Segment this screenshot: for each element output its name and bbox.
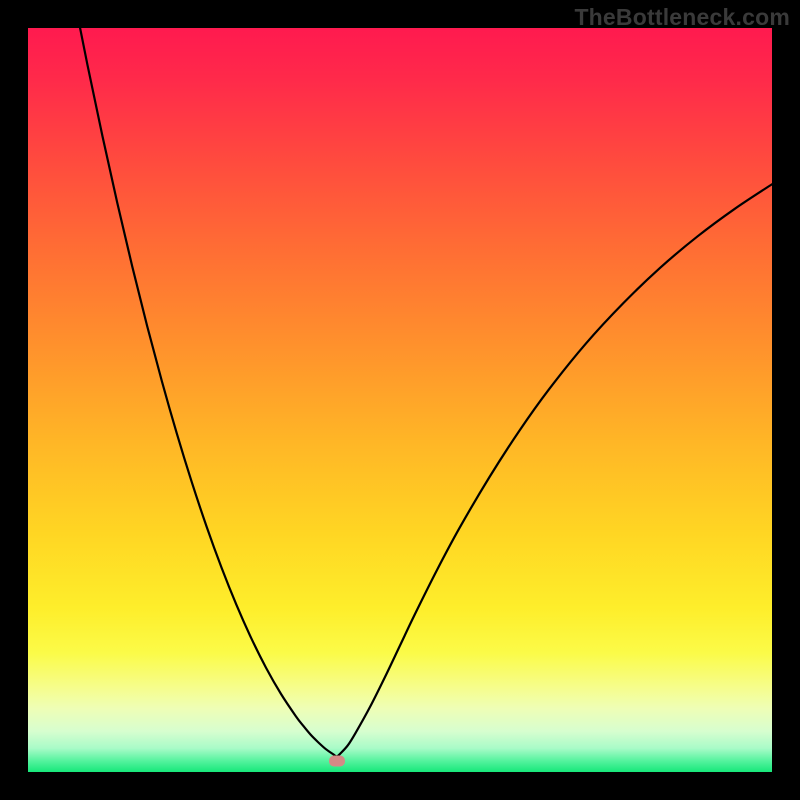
optimum-marker	[329, 755, 345, 766]
watermark-text: TheBottleneck.com	[574, 4, 790, 31]
plot-area	[28, 28, 772, 772]
chart-container: TheBottleneck.com	[0, 0, 800, 800]
gradient-heatmap	[28, 28, 772, 772]
gradient-background	[28, 28, 772, 772]
